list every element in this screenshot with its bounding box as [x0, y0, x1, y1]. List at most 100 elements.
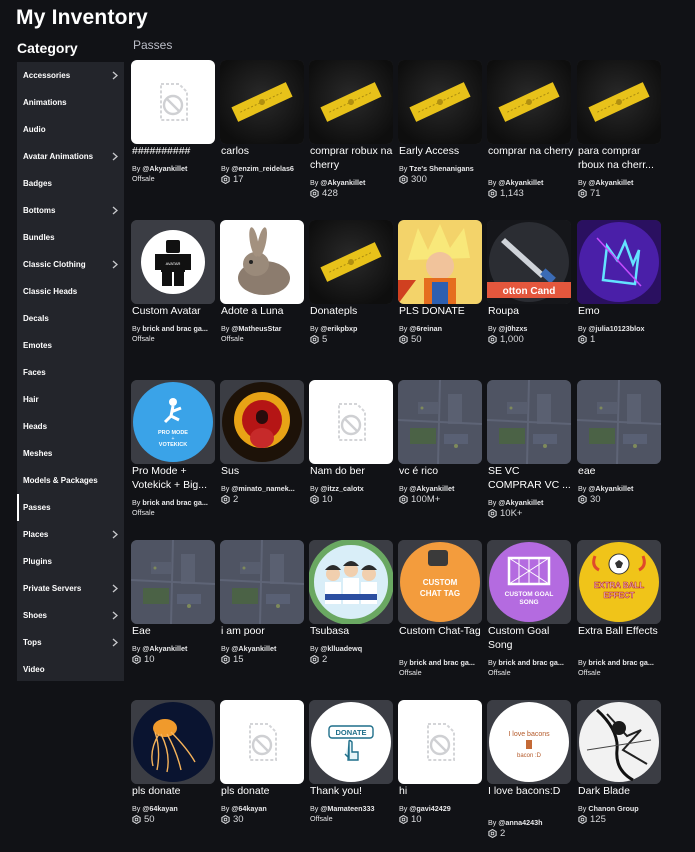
item-thumbnail[interactable] [131, 700, 215, 784]
creator-link[interactable]: @itzz_calotx [320, 484, 363, 493]
creator-link[interactable]: @Akyankillet [498, 178, 543, 187]
creator-link[interactable]: @Akyankillet [142, 644, 187, 653]
creator-link[interactable]: @Akyankillet [320, 178, 365, 187]
item-thumbnail[interactable] [309, 220, 393, 304]
item-name[interactable]: comprar robux na cherry [310, 144, 396, 172]
sidebar-item-audio[interactable]: Audio [17, 116, 124, 143]
sidebar-item-places[interactable]: Places [17, 521, 124, 548]
item-name[interactable]: Tsubasa [310, 624, 396, 638]
creator-link[interactable]: Chanon Group [588, 804, 638, 813]
item-thumbnail[interactable] [309, 60, 393, 144]
creator-link[interactable]: @Akyankillet [588, 484, 633, 493]
item-name[interactable]: Adote a Luna [221, 304, 307, 318]
item-card[interactable]: Nam do ber By @itzz_calotx 10 [309, 380, 393, 530]
item-thumbnail[interactable] [398, 380, 482, 464]
sidebar-item-badges[interactable]: Badges [17, 170, 124, 197]
item-card[interactable]: PRO MODE + VOTEKICK Pro Mode + Votekick +… [131, 380, 215, 530]
sidebar-item-avatar-animations[interactable]: Avatar Animations [17, 143, 124, 170]
item-thumbnail[interactable]: PRO MODE + VOTEKICK [131, 380, 215, 464]
item-thumbnail[interactable]: CUSTOM CHAT TAG [398, 540, 482, 624]
item-card[interactable]: pls donate By @64kayan 50 [131, 700, 215, 850]
sidebar-item-decals[interactable]: Decals [17, 305, 124, 332]
item-card[interactable]: hi By @gavi42429 10 [398, 700, 482, 850]
item-card[interactable]: CUSTOM GOAL SONG Custom Goal Song By brick… [487, 540, 571, 690]
item-card[interactable]: i am poor By @Akyankillet 15 [220, 540, 304, 690]
item-name[interactable]: Early Access [399, 144, 485, 158]
item-name[interactable]: vc é rico [399, 464, 485, 478]
sidebar-item-shoes[interactable]: Shoes [17, 602, 124, 629]
item-name[interactable]: Custom Chat-Tag [399, 624, 485, 638]
creator-link[interactable]: @Akyankillet [588, 178, 633, 187]
item-thumbnail[interactable] [577, 60, 661, 144]
item-thumbnail[interactable] [131, 540, 215, 624]
item-name[interactable]: PLS DONATE [399, 304, 485, 318]
creator-link[interactable]: @enzim_reidelas6 [231, 164, 294, 173]
item-card[interactable]: DONATE Thank you! By @Mamateen333 Offsale [309, 700, 393, 850]
item-card[interactable]: comprar robux na cherry By @Akyankillet 42… [309, 60, 393, 210]
creator-link[interactable]: @Akyankillet [231, 644, 276, 653]
item-card[interactable]: Donatepls By @erikpbxp 5 [309, 220, 393, 370]
creator-link[interactable]: @erikpbxp [320, 324, 357, 333]
item-name[interactable]: Nam do ber [310, 464, 396, 478]
sidebar-item-plugins[interactable]: Plugins [17, 548, 124, 575]
item-name[interactable]: comprar na cherry [488, 144, 574, 158]
creator-link[interactable]: brick and brac ga... [142, 324, 208, 333]
creator-link[interactable]: @minato_namek... [231, 484, 294, 493]
item-name[interactable]: SE VC COMPRAR VC ... [488, 464, 574, 492]
sidebar-item-passes[interactable]: Passes [17, 494, 124, 521]
item-thumbnail[interactable] [487, 380, 571, 464]
item-card[interactable]: EXTRA BALL EFFECT Extra Ball Effects By br… [577, 540, 661, 690]
item-thumbnail[interactable]: EXTRA BALL EFFECT [577, 540, 661, 624]
item-thumbnail[interactable] [309, 540, 393, 624]
creator-link[interactable]: brick and brac ga... [409, 658, 475, 667]
creator-link[interactable]: @Mamateen333 [320, 804, 374, 813]
item-card[interactable]: para comprar rboux na cherr... By @Akyank… [577, 60, 661, 210]
creator-link[interactable]: @6reinan [409, 324, 442, 333]
sidebar-item-animations[interactable]: Animations [17, 89, 124, 116]
item-card[interactable]: vc é rico By @Akyankillet 100M+ [398, 380, 482, 530]
item-name[interactable]: Roupa [488, 304, 574, 318]
item-name[interactable]: Custom Avatar [132, 304, 218, 318]
sidebar-item-accessories[interactable]: Accessories [17, 62, 124, 89]
sidebar-item-classic-heads[interactable]: Classic Heads [17, 278, 124, 305]
item-card[interactable]: Tsubasa By @klluadewq 2 [309, 540, 393, 690]
item-name[interactable]: Sus [221, 464, 307, 478]
item-name[interactable]: Emo [578, 304, 664, 318]
item-card[interactable]: otton Cand Roupa By @j0hzxs 1,000 [487, 220, 571, 370]
creator-link[interactable]: @julia10123blox [588, 324, 644, 333]
sidebar-item-models-packages[interactable]: Models & Packages [17, 467, 124, 494]
creator-link[interactable]: @anna4243h [498, 818, 542, 827]
item-thumbnail[interactable] [398, 220, 482, 304]
item-name[interactable]: carlos [221, 144, 307, 158]
sidebar-item-bottoms[interactable]: Bottoms [17, 197, 124, 224]
item-name[interactable]: Eae [132, 624, 218, 638]
item-card[interactable]: Emo By @julia10123blox 1 [577, 220, 661, 370]
creator-link[interactable]: @j0hzxs [498, 324, 527, 333]
item-name[interactable]: hi [399, 784, 485, 798]
item-thumbnail[interactable] [220, 540, 304, 624]
sidebar-item-meshes[interactable]: Meshes [17, 440, 124, 467]
creator-link[interactable]: @64kayan [231, 804, 266, 813]
item-name[interactable]: Dark Blade [578, 784, 664, 798]
item-card[interactable]: CUSTOM CHAT TAG Custom Chat-Tag By brick a… [398, 540, 482, 690]
item-card[interactable]: Sus By @minato_namek... 2 [220, 380, 304, 530]
item-name[interactable]: pls donate [132, 784, 218, 798]
item-thumbnail[interactable] [487, 60, 571, 144]
creator-link[interactable]: @Akyankillet [142, 164, 187, 173]
item-name[interactable]: para comprar rboux na cherr... [578, 144, 664, 172]
creator-link[interactable]: brick and brac ga... [142, 498, 208, 507]
item-name[interactable]: pls donate [221, 784, 307, 798]
creator-link[interactable]: @klluadewq [320, 644, 362, 653]
item-thumbnail[interactable]: CUSTOM GOAL SONG [487, 540, 571, 624]
item-thumbnail[interactable] [131, 60, 215, 144]
item-card[interactable]: Adote a Luna By @MatheusStar Offsale [220, 220, 304, 370]
item-card[interactable]: ########## By @Akyankillet Offsale [131, 60, 215, 210]
creator-link[interactable]: brick and brac ga... [498, 658, 564, 667]
item-thumbnail[interactable]: otton Cand [487, 220, 571, 304]
sidebar-item-hair[interactable]: Hair [17, 386, 124, 413]
sidebar-item-video[interactable]: Video [17, 656, 124, 683]
item-name[interactable]: I love bacons:D [488, 784, 574, 798]
item-thumbnail[interactable] [577, 220, 661, 304]
sidebar-item-faces[interactable]: Faces [17, 359, 124, 386]
item-name[interactable]: Thank you! [310, 784, 396, 798]
